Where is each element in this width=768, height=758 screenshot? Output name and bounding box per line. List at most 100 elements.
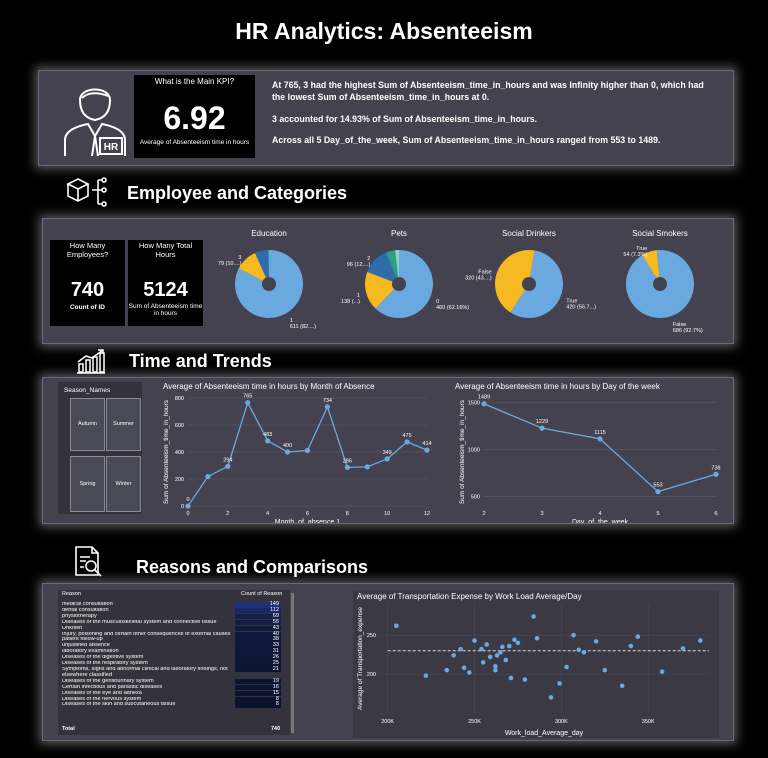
season-slicer-title: Season_Names (64, 387, 111, 394)
employees-card-title: How Many Employees? (66, 241, 109, 259)
x-tick-label: 4 (598, 511, 601, 517)
page-title: HR Analytics: Absenteeism (235, 18, 533, 44)
table-row[interactable]: Diseases of the musculoskeletal system a… (58, 619, 283, 626)
data-point (404, 439, 410, 445)
pie-hole (392, 277, 406, 291)
data-label: 483 (263, 432, 272, 438)
table-row[interactable]: Diseases of the nervous system 8 (58, 696, 283, 703)
pie-hole (653, 277, 667, 291)
table-row[interactable]: Certain infectious and parasitic disease… (58, 684, 283, 691)
table-row[interactable]: dental consultation 112 (58, 607, 283, 614)
data-point (713, 471, 719, 477)
scatter-point (480, 660, 486, 665)
y-tick-label: 600 (175, 423, 184, 429)
scatter-point (557, 681, 562, 686)
data-label: 286 (343, 458, 352, 464)
data-label: 1115 (594, 430, 605, 436)
table-row[interactable]: Injury, poisoning and certain other cons… (58, 631, 283, 638)
reason-count: 8 (235, 696, 281, 703)
scatter-point (472, 638, 477, 643)
reason-label: Diseases of the eye and adnexa (62, 690, 142, 696)
pie-slice-value: 138 (...) (341, 299, 360, 305)
reason-label: Certain infectious and parasitic disease… (62, 684, 163, 690)
y-axis-label: Sum of Absenteeism_time_in_hours (459, 399, 466, 504)
data-point (225, 463, 231, 469)
data-point (245, 400, 251, 406)
table-row[interactable]: Diseases of the digestive system 26 (58, 654, 283, 661)
season-spring-button[interactable]: Spring (70, 456, 105, 512)
table-row[interactable]: Symptoms, signs and abnormal clinical an… (58, 666, 283, 677)
table-row[interactable]: unjustified absence 33 (58, 643, 283, 649)
table-row[interactable]: Unkown 43 (58, 625, 283, 632)
reason-label: Diseases of the digestive system (62, 655, 144, 661)
scatter-point (635, 634, 641, 639)
table-row[interactable]: Diseases of the genitourinary system 19 (58, 678, 283, 685)
scatter-point (534, 635, 540, 641)
y-tick-label: 250 (367, 633, 376, 639)
table-row[interactable]: laboratory examination 31 (58, 649, 283, 655)
box-network-icon (66, 177, 107, 207)
scatter-bg (353, 590, 719, 738)
data-label: 0 (186, 497, 189, 503)
total-value: 740 (271, 726, 281, 732)
table-row[interactable]: Diseases of the eye and adnexa 15 (58, 690, 283, 697)
data-point (539, 425, 545, 431)
table-row[interactable]: Diseases of the respiratory system 25 (58, 660, 283, 667)
scatter-point (531, 614, 536, 619)
employees-card: How Many Employees? 740 Count of ID (50, 240, 125, 326)
season-summer-button[interactable]: Summer (106, 398, 141, 451)
table-row[interactable]: Diseases of the skin and subcutaneous ti… (58, 702, 283, 708)
scatter-point (444, 667, 450, 673)
scatter-point (522, 677, 528, 682)
data-label: 475 (402, 433, 411, 439)
table-row[interactable]: physiotherapy 69 (58, 613, 283, 620)
scatter-point (508, 675, 514, 681)
scatter-point (423, 673, 429, 678)
reason-label: Diseases of the respiratory system (62, 661, 148, 666)
reason-label: Diseases of the genitourinary system (62, 678, 154, 684)
scatter-point (461, 665, 467, 671)
reason-label: medical consultation (62, 602, 113, 607)
count-header: Count of Reason (241, 591, 283, 597)
data-point (424, 447, 430, 453)
employees-card-value: 740 (70, 279, 105, 301)
reason-table: Reason Count of Reason medical consultatio… (58, 590, 290, 735)
data-point (655, 489, 661, 495)
season-autumn-button[interactable]: Autumn (70, 398, 105, 451)
month-line-chart: Average of Absenteeism time in hours by … (163, 382, 432, 523)
reason-count: 8 (235, 702, 281, 708)
insight-3: Across all 5 Day_of_the_week, Sum of Abs… (272, 135, 661, 145)
data-label: 1489 (478, 395, 490, 401)
season-winter-button[interactable]: Winter (106, 456, 141, 512)
scatter-point (659, 669, 665, 675)
hours-card: How Many Total Hours 5124 Sum of Absente… (128, 240, 203, 326)
y-axis-label: Sum of Absenteeism_time_in_hours (163, 399, 170, 504)
reason-label: physiotherapy (62, 613, 97, 619)
table-scrollbar[interactable] (291, 593, 294, 733)
scatter-point (512, 637, 517, 643)
scatter-point (515, 640, 521, 646)
pie-slice-value: 460 (62.16%) (436, 305, 469, 311)
data-point (205, 473, 211, 480)
pie-hole (262, 277, 276, 291)
x-tick-label: 8 (346, 511, 349, 517)
reason-label: laboratory examination (62, 649, 119, 655)
scatter-point (593, 639, 599, 644)
data-point (597, 436, 603, 442)
season-slicer: Season_Names Autumn Summer Spring Winter (58, 382, 142, 514)
table-row[interactable]: medical consultation 149 (58, 601, 283, 608)
weekday-line-chart: Average of Absenteeism time in hours by … (455, 382, 721, 523)
reason-label: unjustified absence (62, 643, 110, 649)
reason-count: 21 (235, 666, 281, 673)
pie-slice-value: 79 (10....) (218, 261, 242, 267)
document-search-icon (75, 546, 102, 577)
season-label: Summer (113, 421, 134, 427)
pie-title: Social Drinkers (502, 229, 556, 238)
x-tick-label: 2 (226, 511, 229, 517)
scatter-point (548, 695, 554, 700)
table-row[interactable]: patient follow-up 38 (58, 637, 283, 643)
kpi-value: 6.92 (163, 100, 226, 136)
season-label: Winter (115, 481, 132, 487)
x-axis-label: Day_of_the_week (572, 519, 629, 523)
x-tick-label: 12 (424, 511, 430, 517)
